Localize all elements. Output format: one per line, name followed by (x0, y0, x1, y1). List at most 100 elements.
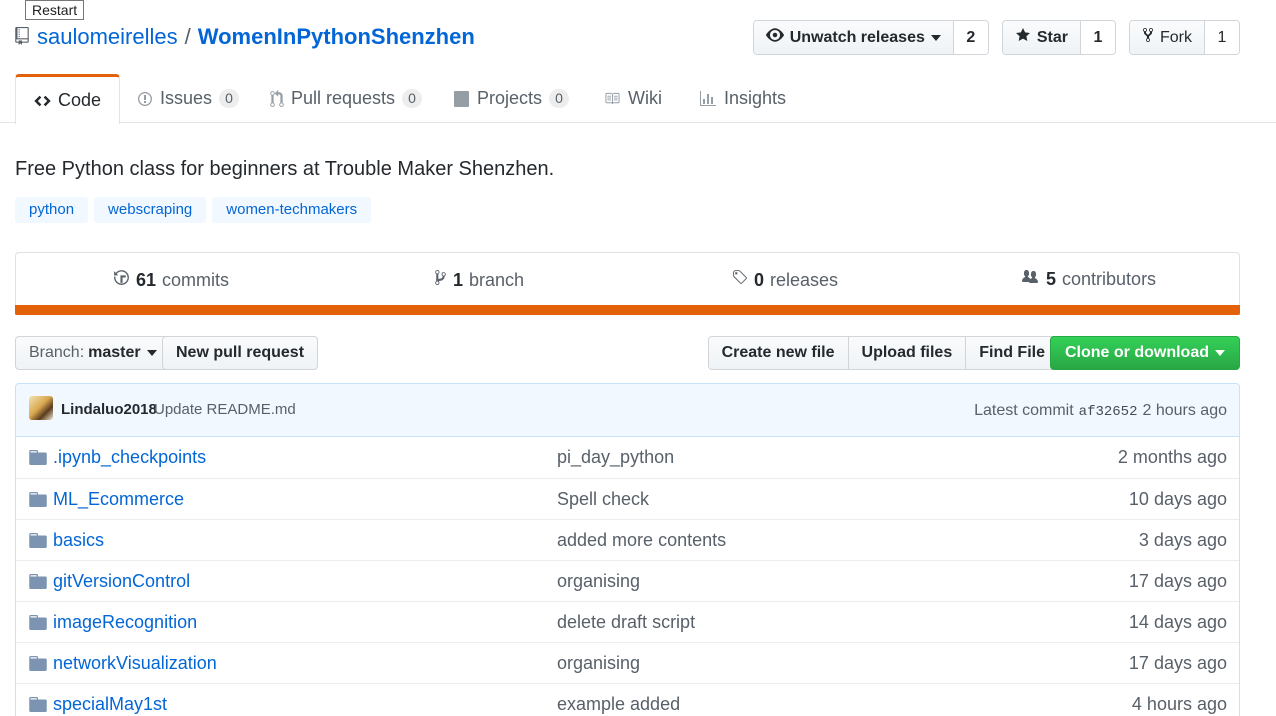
clone-label: Clone or download (1065, 344, 1209, 361)
tab-pull-requests[interactable]: Pull requests 0 (270, 74, 423, 123)
repo-path-separator: / (184, 24, 191, 49)
releases-count: 0 (754, 269, 765, 290)
commit-message-link[interactable]: Update README.md (154, 401, 296, 418)
tab-wiki[interactable]: Wiki (603, 74, 662, 123)
repo-name-link[interactable]: WomenInPythonShenzhen (198, 24, 475, 50)
file-name-link[interactable]: basics (53, 530, 104, 551)
file-commit-message[interactable]: added more contents (557, 530, 726, 551)
file-commit-message[interactable]: Spell check (557, 489, 649, 510)
contributors-count: 5 (1046, 269, 1057, 289)
chevron-down-icon (1215, 350, 1225, 356)
create-new-file-button[interactable]: Create new file (708, 337, 849, 369)
file-commit-message[interactable]: delete draft script (557, 612, 695, 633)
latest-commit-bar: Lindaluo2018 Update README.md Latest com… (15, 383, 1240, 437)
tab-issues-label: Issues (160, 88, 213, 108)
latest-commit-info: Latest commit af32652 2 hours ago (974, 402, 1227, 420)
project-icon (453, 90, 470, 107)
file-name-link[interactable]: ML_Ecommerce (53, 489, 184, 510)
book-icon (603, 91, 621, 106)
branch-icon (434, 269, 447, 291)
pull-requests-counter: 0 (402, 89, 423, 108)
file-name-link[interactable]: .ipynb_checkpoints (53, 447, 206, 468)
upload-files-button[interactable]: Upload files (848, 337, 967, 369)
tab-insights[interactable]: Insights (699, 74, 786, 123)
commit-age: 2 hours ago (1142, 402, 1227, 419)
latest-commit-label: Latest commit (974, 402, 1074, 419)
code-icon (34, 94, 51, 108)
chevron-down-icon (146, 350, 157, 356)
commits-label: commits (162, 269, 230, 290)
topic-tag[interactable]: webscraping (94, 197, 207, 223)
tab-code[interactable]: Code (15, 74, 121, 124)
branches-label: branch (469, 269, 525, 290)
table-row: .ipynb_checkpoints pi_day_python 2 month… (16, 437, 1239, 478)
new-pull-request-button[interactable]: New pull request (162, 336, 319, 370)
topic-tag[interactable]: women-techmakers (212, 197, 372, 223)
file-commit-message[interactable]: pi_day_python (557, 447, 674, 468)
restart-tooltip: Restart (25, 0, 85, 20)
file-commit-message[interactable]: example added (557, 694, 680, 715)
stargazers-count[interactable]: 1 (1081, 21, 1115, 54)
commit-author-link[interactable]: Lindaluo2018 (61, 401, 157, 418)
file-commit-message[interactable]: organising (557, 571, 640, 592)
branch-select-button[interactable]: Branch: master (15, 336, 171, 370)
star-button[interactable]: Star (1002, 21, 1081, 54)
tag-icon (732, 269, 748, 291)
fork-button[interactable]: Fork (1130, 21, 1205, 54)
tab-issues[interactable]: Issues 0 (137, 74, 240, 123)
repo-nav-tabs: Code Issues 0 Pull requests 0 Projects 0… (0, 74, 1276, 124)
contributors-link[interactable]: 5 contributors (1020, 269, 1156, 290)
commits-link[interactable]: 61 commits (113, 269, 229, 291)
issues-counter: 0 (219, 89, 240, 108)
watch-button[interactable]: Unwatch releases (753, 21, 954, 54)
topic-list: python webscraping women-techmakers (15, 197, 372, 223)
file-name-link[interactable]: specialMay1st (53, 694, 167, 715)
tab-pull-requests-label: Pull requests (291, 88, 396, 108)
avatar[interactable] (29, 396, 53, 420)
clone-download-button[interactable]: Clone or download (1050, 336, 1240, 370)
star-group: Star 1 (1001, 20, 1116, 55)
fork-icon (1142, 27, 1154, 48)
releases-label: releases (770, 269, 839, 290)
repo-owner-link[interactable]: saulomeirelles (37, 24, 178, 50)
repo-actions: Unwatch releases 2 Star 1 Fork 1 (752, 20, 1240, 55)
file-commit-message[interactable]: organising (557, 653, 640, 674)
watch-group: Unwatch releases 2 (752, 20, 989, 55)
table-row: imageRecognition delete draft script 14 … (16, 601, 1239, 642)
pull-request-icon (270, 89, 284, 108)
releases-link[interactable]: 0 releases (732, 269, 838, 291)
repo-description: Free Python class for beginners at Troub… (15, 158, 555, 180)
repo-header: saulomeirelles / WomenInPythonShenzhen (15, 22, 475, 52)
eye-icon (765, 28, 784, 47)
fork-group: Fork 1 (1129, 20, 1240, 55)
repo-summary: 61 commits 1 branch 0 releases 5 contrib… (15, 252, 1240, 315)
contributors-label: contributors (1062, 269, 1157, 289)
file-name-link[interactable]: imageRecognition (53, 612, 197, 633)
tab-insights-label: Insights (724, 88, 787, 108)
forks-count[interactable]: 1 (1205, 21, 1239, 54)
file-age: 17 days ago (1128, 653, 1227, 673)
commit-sha-link[interactable]: af32652 (1079, 404, 1138, 420)
table-row: basics added more contents 3 days ago (16, 519, 1239, 560)
chevron-down-icon (930, 34, 941, 41)
watchers-count[interactable]: 2 (953, 21, 988, 54)
file-actions-group: Create new file Upload files Find File (707, 336, 1059, 370)
watch-label: Unwatch releases (789, 28, 925, 46)
projects-counter: 0 (549, 89, 570, 108)
issue-icon (137, 91, 153, 107)
table-row: networkVisualization organising 17 days … (16, 642, 1239, 683)
tab-projects[interactable]: Projects 0 (453, 74, 570, 123)
table-row: gitVersionControl organising 17 days ago (16, 560, 1239, 601)
find-file-button[interactable]: Find File (966, 337, 1058, 369)
branches-link[interactable]: 1 branch (434, 269, 524, 291)
table-row: specialMay1st example added 4 hours ago (16, 683, 1239, 716)
folder-icon (29, 450, 47, 470)
file-name-link[interactable]: gitVersionControl (53, 571, 190, 592)
file-age: 10 days ago (1128, 489, 1227, 509)
topic-tag[interactable]: python (15, 197, 89, 223)
tab-code-label: Code (58, 90, 102, 110)
file-name-link[interactable]: networkVisualization (53, 653, 217, 674)
folder-icon (29, 615, 47, 635)
language-bar[interactable] (15, 305, 1240, 315)
file-age: 2 months ago (1117, 447, 1227, 467)
